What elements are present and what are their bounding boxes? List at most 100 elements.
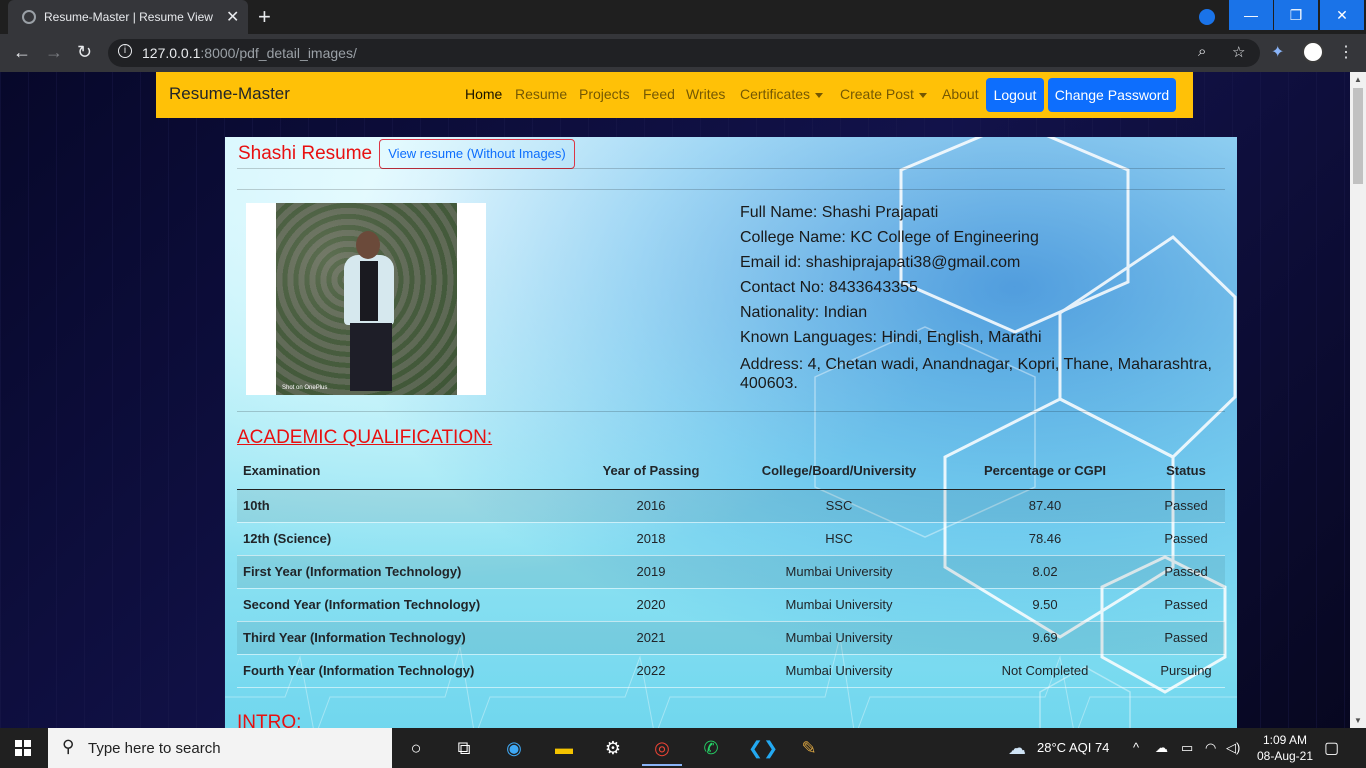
new-tab-icon[interactable]: + — [258, 4, 271, 30]
nationality: Nationality: Indian — [740, 304, 868, 321]
close-tab-icon[interactable]: ✕ — [226, 7, 239, 27]
cell-university: Mumbai University — [735, 621, 943, 655]
profile-photo: Shot on OnePlus — [276, 203, 457, 395]
minimize-button[interactable]: — — [1229, 0, 1273, 30]
cell-year: 2021 — [567, 621, 735, 655]
col-university: College/Board/University — [735, 453, 943, 490]
cell-status: Passed — [1147, 489, 1225, 523]
whatsapp-icon[interactable]: ✆ — [699, 736, 723, 760]
paint-icon[interactable]: ✎ — [797, 736, 821, 760]
edge-icon[interactable]: ◉ — [502, 736, 526, 760]
nav-home[interactable]: Home — [465, 86, 502, 102]
caret-down-icon — [918, 92, 927, 98]
known-languages: Known Languages: Hindi, English, Marathi — [740, 329, 1042, 346]
cell-year: 2019 — [567, 555, 735, 589]
cell-university: Mumbai University — [735, 555, 943, 589]
nav-projects[interactable]: Projects — [579, 86, 630, 102]
brand-link[interactable]: Resume-Master — [169, 84, 290, 104]
intro-heading: INTRO: — [237, 712, 302, 728]
resume-title: Shashi Resume — [238, 143, 373, 164]
tray-chevron-up-icon[interactable]: ^ — [1133, 740, 1139, 755]
wifi-icon[interactable]: ◠ — [1205, 740, 1216, 756]
email-id: Email id: shashiprajapati38@gmail.com — [740, 254, 1021, 271]
table-row: Third Year (Information Technology) 2021… — [237, 621, 1225, 655]
scroll-down-icon[interactable]: ▼ — [1354, 716, 1362, 725]
address: Address: 4, Chetan wadi, Anandnagar, Kop… — [740, 356, 1212, 392]
cell-year: 2022 — [567, 654, 735, 688]
onedrive-icon[interactable]: ☁ — [1155, 740, 1168, 756]
cell-percentage: 9.69 — [943, 621, 1147, 655]
globe-icon — [22, 10, 36, 24]
tab-title: Resume-Master | Resume View — [44, 10, 213, 24]
cell-percentage: 78.46 — [943, 522, 1147, 556]
clock-date: 08-Aug-21 — [1256, 749, 1314, 763]
forward-icon[interactable]: → — [45, 42, 63, 63]
browser-tab[interactable]: Resume-Master | Resume View ✕ — [8, 0, 248, 34]
college-name: College Name: KC College of Engineering — [740, 229, 1039, 246]
back-icon[interactable]: ← — [13, 42, 31, 63]
windows-taskbar: ⚲ Type here to search ○ ⧉ ◉ ▬ ⚙ ◎ ✆ ❮❯ ✎… — [0, 728, 1366, 768]
weather-text[interactable]: 28°C AQI 74 — [1037, 740, 1109, 755]
col-percentage: Percentage or CGPI — [943, 453, 1147, 490]
cell-status: Passed — [1147, 588, 1225, 622]
star-icon[interactable]: ☆ — [1232, 43, 1245, 61]
search-icon: ⚲ — [62, 737, 75, 756]
page-scrollbar[interactable]: ▲ ▼ — [1350, 72, 1366, 728]
file-explorer-icon[interactable]: ▬ — [552, 736, 576, 760]
windows-start-icon[interactable] — [15, 740, 31, 756]
nav-feed[interactable]: Feed — [643, 86, 675, 102]
change-password-button[interactable]: Change Password — [1048, 78, 1176, 112]
reload-icon[interactable]: ↻ — [77, 42, 92, 63]
url-field[interactable]: i 127.0.0.1:8000/pdf_detail_images/ ⌕ ☆ — [108, 39, 1260, 67]
nav-resume[interactable]: Resume — [515, 86, 567, 102]
view-resume-without-images-button[interactable]: View resume (Without Images) — [379, 139, 575, 169]
resume-card: Shashi Resume View resume (Without Image… — [225, 137, 1237, 728]
page-viewport: Resume-Master Home Resume Projects Feed … — [0, 72, 1350, 728]
nav-about[interactable]: About — [942, 86, 979, 102]
taskbar-search-input[interactable]: ⚲ Type here to search — [48, 728, 392, 768]
site-navbar: Resume-Master Home Resume Projects Feed … — [156, 72, 1193, 118]
cell-status: Passed — [1147, 621, 1225, 655]
battery-icon[interactable]: ▭ — [1181, 740, 1193, 756]
col-status: Status — [1147, 453, 1225, 490]
chevron-down-icon[interactable] — [1199, 9, 1215, 25]
nav-writes[interactable]: Writes — [686, 86, 725, 102]
extensions-icon[interactable]: ✦ — [1271, 42, 1284, 62]
academic-table: Examination Year of Passing College/Boar… — [237, 453, 1225, 688]
cell-exam: 12th (Science) — [237, 522, 567, 556]
logout-button[interactable]: Logout — [986, 78, 1044, 112]
info-icon[interactable]: i — [118, 44, 132, 58]
kebab-menu-icon[interactable]: ⋮ — [1338, 42, 1354, 62]
academic-qualification-heading: ACADEMIC QUALIFICATION: — [237, 427, 493, 448]
notification-icon[interactable]: ▢ — [1324, 738, 1339, 758]
vscode-icon[interactable]: ❮❯ — [748, 736, 778, 760]
cell-status: Passed — [1147, 555, 1225, 589]
profile-avatar[interactable] — [1302, 41, 1324, 63]
cell-status: Pursuing — [1147, 654, 1225, 688]
maximize-button[interactable]: ❐ — [1274, 0, 1318, 30]
settings-gear-icon[interactable]: ⚙ — [601, 736, 625, 760]
cortana-icon[interactable]: ○ — [404, 736, 428, 760]
table-row: 12th (Science) 2018 HSC 78.46 Passed — [237, 522, 1225, 556]
volume-icon[interactable]: ◁) — [1226, 740, 1240, 756]
divider — [237, 189, 1225, 190]
task-view-icon[interactable]: ⧉ — [452, 736, 476, 760]
cell-university: Mumbai University — [735, 588, 943, 622]
chrome-icon[interactable]: ◎ — [642, 736, 682, 766]
taskbar-clock[interactable]: 1:09 AM 08-Aug-21 — [1250, 732, 1320, 764]
table-row: 10th 2016 SSC 87.40 Passed — [237, 489, 1225, 523]
scrollbar-thumb[interactable] — [1353, 88, 1363, 184]
nav-create-post-dropdown[interactable]: Create Post — [840, 86, 927, 102]
clock-time: 1:09 AM — [1262, 733, 1308, 747]
weather-cloud-icon[interactable]: ☁ — [1005, 736, 1029, 760]
zoom-icon[interactable]: ⌕ — [1198, 43, 1206, 60]
cell-university: SSC — [735, 489, 943, 523]
cell-exam: Second Year (Information Technology) — [237, 588, 567, 622]
contact-no: Contact No: 8433643355 — [740, 279, 918, 296]
cell-exam: Third Year (Information Technology) — [237, 621, 567, 655]
nav-certificates-dropdown[interactable]: Certificates — [740, 86, 824, 102]
divider — [237, 168, 1225, 169]
scroll-up-icon[interactable]: ▲ — [1354, 75, 1362, 84]
close-window-button[interactable]: ✕ — [1320, 0, 1364, 30]
cell-exam: 10th — [237, 489, 567, 523]
